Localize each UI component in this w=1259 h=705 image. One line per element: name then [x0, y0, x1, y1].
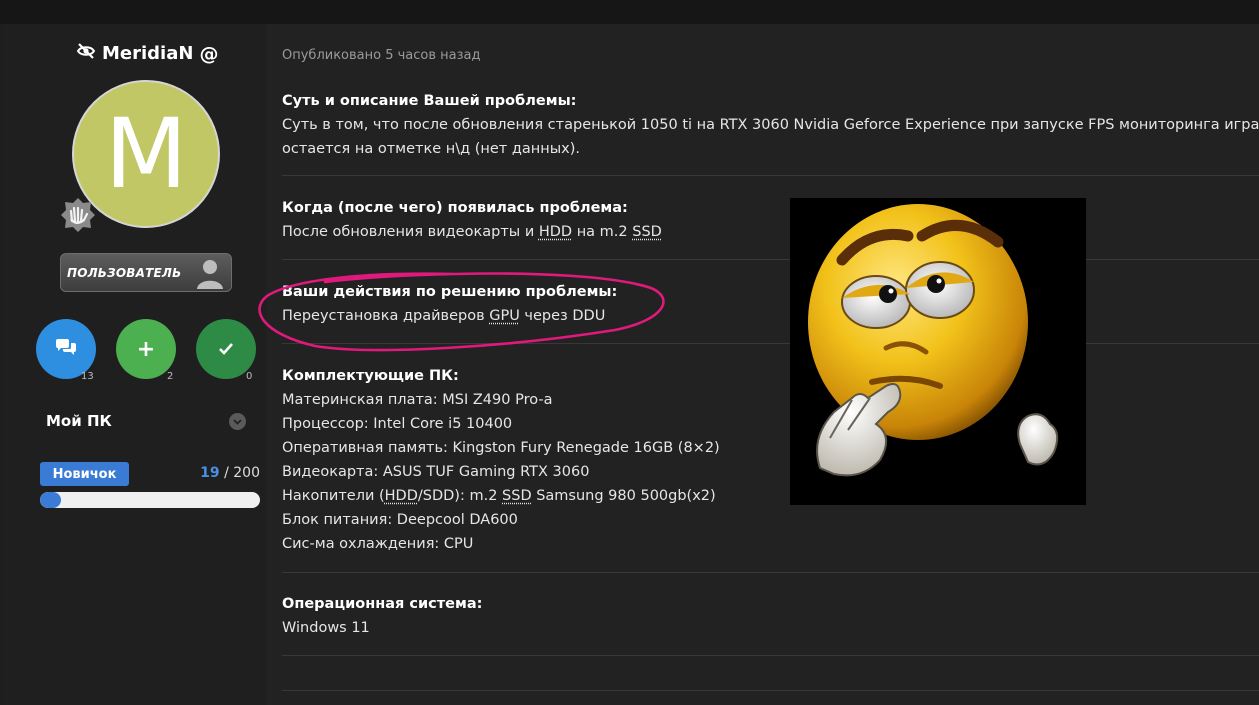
- reactions-stat-button[interactable]: +: [116, 319, 176, 379]
- check-icon: [218, 337, 234, 362]
- when-text-b: на m.2: [572, 224, 633, 240]
- when-heading: Когда (после чего) появилась проблема:: [282, 200, 628, 216]
- xp-separator: /: [219, 465, 234, 481]
- divider: [282, 690, 1259, 691]
- actions-section: Ваши действия по решению проблемы: Переу…: [282, 280, 617, 328]
- divider: [282, 572, 1259, 573]
- solutions-count: 0: [246, 371, 253, 382]
- actions-text-a: Переустановка драйверов: [282, 308, 490, 324]
- hidden-eye-icon: [76, 42, 96, 65]
- problem-heading: Суть и описание Вашей проблемы:: [282, 93, 577, 109]
- abbr-gpu[interactable]: GPU: [489, 308, 520, 324]
- reactions-count: 2: [167, 371, 174, 382]
- actions-heading: Ваши действия по решению проблемы:: [282, 284, 618, 300]
- avatar-letter: M: [104, 98, 188, 210]
- messages-count: 13: [81, 371, 94, 382]
- cooling-line: Сис-ма охлаждения: CPU: [282, 536, 474, 552]
- xp-progress-fill: [40, 492, 61, 508]
- os-section: Операционная система: Windows 11: [282, 592, 482, 640]
- level-badge: Новичок: [40, 462, 129, 486]
- abbr-ssd[interactable]: SSD: [502, 488, 532, 504]
- my-pc-label[interactable]: Мой ПК: [46, 412, 112, 430]
- cpu-line: Процессор: Intel Core i5 10400: [282, 416, 513, 432]
- xp-counter: 19 / 200: [200, 465, 260, 481]
- problem-section: Суть и описание Вашей проблемы: Суть в т…: [282, 89, 1259, 161]
- xp-max: 200: [233, 465, 260, 481]
- abbr-hdd[interactable]: HDD: [385, 488, 418, 504]
- role-badge: ПОЛЬЗОВАТЕЛЬ: [60, 253, 232, 292]
- solutions-stat-button[interactable]: [196, 319, 256, 379]
- os-heading: Операционная система:: [282, 596, 483, 612]
- role-label: ПОЛЬЗОВАТЕЛЬ: [67, 265, 182, 280]
- messages-stat-button[interactable]: [36, 319, 96, 379]
- divider: [282, 343, 1259, 344]
- username[interactable]: MeridiaN: [102, 43, 193, 64]
- storage-text-b: /SDD): m.2: [417, 488, 503, 504]
- divider: [282, 655, 1259, 656]
- os-text: Windows 11: [282, 620, 370, 636]
- divider: [282, 175, 1259, 176]
- abbr-hdd[interactable]: HDD: [539, 224, 572, 240]
- actions-text-b: через DDU: [519, 308, 606, 324]
- chevron-down-icon[interactable]: [229, 413, 246, 430]
- xp-progress-bar: [40, 492, 260, 508]
- xp-current: 19: [200, 465, 220, 481]
- when-section: Когда (после чего) появилась проблема: П…: [282, 196, 662, 244]
- wave-hand-badge-icon: [60, 197, 96, 233]
- top-bar: [0, 0, 1259, 24]
- when-text: После обновления видеокарты и HDD на m.2…: [282, 220, 662, 244]
- messages-icon: [55, 337, 77, 362]
- storage-line: Накопители (HDD/SDD): m.2 SSD Samsung 98…: [282, 484, 720, 508]
- thinking-emoji-image: [790, 198, 1086, 505]
- ram-line: Оперативная память: Kingston Fury Renega…: [282, 440, 720, 456]
- plus-icon: +: [136, 336, 156, 362]
- abbr-ssd[interactable]: SSD: [632, 224, 662, 240]
- motherboard-line: Материнская плата: MSI Z490 Pro-a: [282, 392, 553, 408]
- storage-text-c: Samsung 980 500gb(x2): [531, 488, 716, 504]
- when-text-a: После обновления видеокарты и: [282, 224, 539, 240]
- problem-text-line2: остается на отметке н\д (нет данных).: [282, 141, 581, 157]
- psu-line: Блок питания: Deepcool DA600: [282, 512, 518, 528]
- mention-icon[interactable]: @: [199, 43, 218, 65]
- user-silhouette-icon: [195, 256, 225, 290]
- username-row[interactable]: MeridiaN @: [76, 42, 218, 65]
- gpu-line: Видеокарта: ASUS TUF Gaming RTX 3060: [282, 464, 590, 480]
- storage-text-a: Накопители (: [282, 488, 385, 504]
- components-heading: Комплектующие ПК:: [282, 368, 459, 384]
- divider: [282, 259, 1259, 260]
- actions-text: Переустановка драйверов GPU через DDU: [282, 304, 617, 328]
- problem-text-line1: Суть в том, что после обновления старень…: [282, 117, 1259, 133]
- post-timestamp[interactable]: Опубликовано 5 часов назад: [282, 48, 481, 63]
- components-section: Комплектующие ПК: Материнская плата: MSI…: [282, 364, 720, 556]
